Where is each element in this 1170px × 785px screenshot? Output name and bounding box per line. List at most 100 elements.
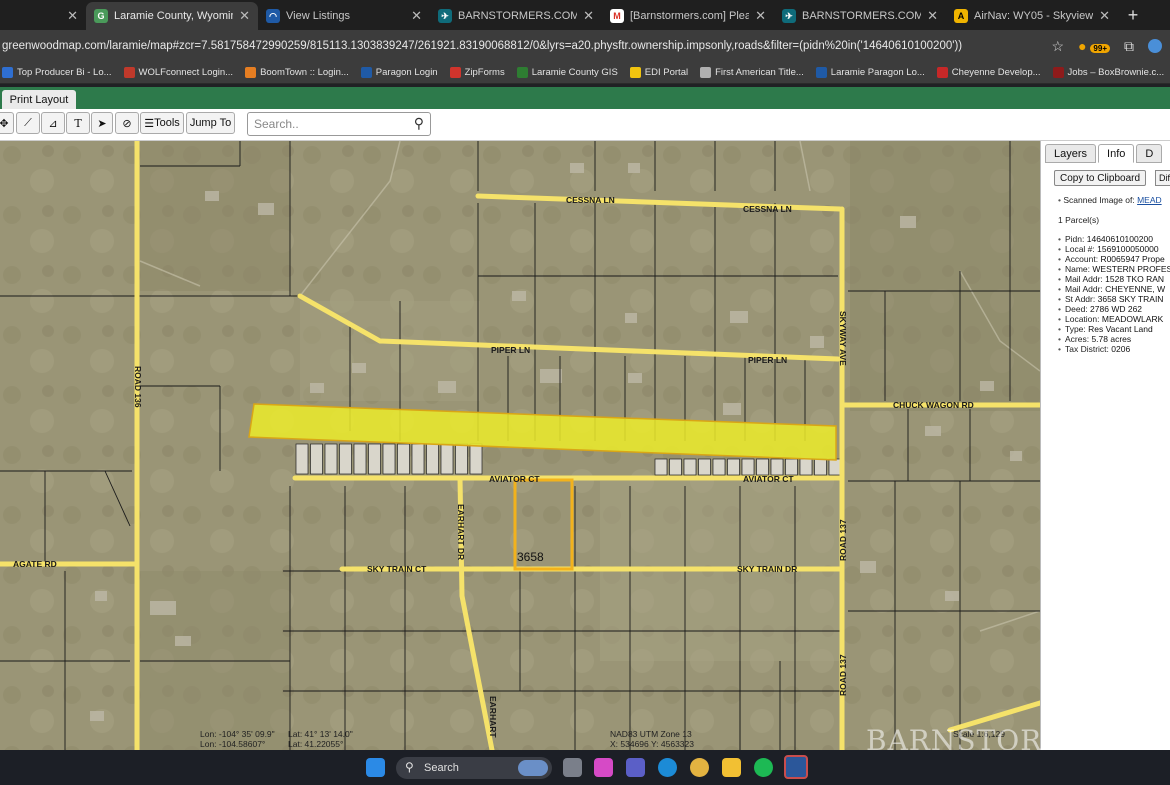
extension-badge[interactable]: ● 99+ <box>1078 38 1110 54</box>
field-value: CHEYENNE, W <box>1105 284 1166 294</box>
parcel-field-row: Account: R0065947 Prope <box>1058 254 1170 264</box>
bookmark-item[interactable]: First American Title... <box>700 67 804 78</box>
browser-tab-6[interactable]: A AirNav: WY05 - Skyview Airpark ✕ <box>946 2 1118 30</box>
print-layout-tab[interactable]: Print Layout <box>2 90 76 109</box>
field-key: St Addr: <box>1064 294 1096 304</box>
bookmark-item[interactable]: WOLFconnect Login... <box>123 67 233 78</box>
bookmark-item[interactable]: ZipForms <box>449 67 505 78</box>
pan-tool-button[interactable]: ✥ <box>0 112 14 134</box>
task-view-icon[interactable] <box>563 758 582 777</box>
search-placeholder: Search.. <box>254 117 299 131</box>
parcel-field-row: Deed: 2786 WD 262 <box>1058 304 1170 314</box>
hangar-lot <box>353 443 367 475</box>
edge-icon[interactable] <box>658 758 677 777</box>
map-canvas[interactable]: CESSNA LN CESSNA LN PIPER LN PIPER LN CH… <box>0 141 1040 750</box>
bookmark-item[interactable]: EDI Portal <box>629 67 688 78</box>
bookmark-item[interactable]: BoomTown :: Login... <box>245 67 349 78</box>
scanned-image-row: • Scanned Image of: MEAD <box>1058 195 1162 205</box>
puzzle-icon[interactable]: ⧉ <box>1124 38 1134 55</box>
bookmark-icon <box>360 67 372 78</box>
browser-tab-1[interactable]: G Laramie County, Wyoming, Map ✕ <box>86 2 258 30</box>
jump-to-button[interactable]: Jump To <box>186 112 235 134</box>
field-value: 5.78 acres <box>1091 334 1132 344</box>
prohibit-icon: ⊘ <box>122 117 132 130</box>
road-label-cessna: CESSNA LN <box>566 195 615 205</box>
clear-tool-button[interactable]: ⊘ <box>115 112 139 134</box>
lat-decimal: Lat: 41.22055° <box>288 739 344 749</box>
taskbar-search[interactable]: ⚲ Search <box>396 757 552 779</box>
parcel-field-row: Acres: 5.78 acres <box>1058 334 1170 344</box>
coord-readout-utm: NAD83 UTM Zone 13 X: 534696 Y: 4563323 <box>610 729 694 749</box>
bookmark-item[interactable]: Top Producer Bi - Lo... <box>2 67 112 78</box>
area-tool-button[interactable]: ⊿ <box>41 112 65 134</box>
bookmark-item[interactable]: Laramie County GIS <box>516 67 618 78</box>
url-field[interactable]: greenwoodmap.com/laramie/map#zcr=7.58175… <box>0 40 1052 52</box>
parcel-field-row: St Addr: 3658 SKY TRAIN <box>1058 294 1170 304</box>
gmail-favicon-icon: M <box>610 9 624 23</box>
close-tab-icon[interactable]: ✕ <box>755 8 766 24</box>
chrome-icon[interactable] <box>690 758 709 777</box>
field-key: Name: <box>1064 264 1091 274</box>
bookmark-item[interactable]: Cheyenne Develop... <box>936 67 1041 78</box>
new-tab-button[interactable]: + <box>1118 5 1148 26</box>
close-tab-icon[interactable]: ✕ <box>67 8 78 24</box>
spotify-icon[interactable] <box>754 758 773 777</box>
hangar-lot <box>426 443 439 475</box>
field-key: Local #: <box>1064 244 1095 254</box>
barnstormers-favicon-icon: ✈ <box>782 9 796 23</box>
close-tab-icon[interactable]: ✕ <box>583 8 594 24</box>
windows-start-icon[interactable] <box>366 758 385 777</box>
hangar-lot <box>455 443 468 475</box>
parcel-number-label: 3658 <box>517 550 544 564</box>
parcel-field-row: Location: MEADOWLARK <box>1058 314 1170 324</box>
browser-tab-2[interactable]: ◠ View Listings ✕ <box>258 2 430 30</box>
profile-icon[interactable] <box>1148 39 1162 53</box>
close-tab-icon[interactable]: ✕ <box>239 8 250 24</box>
map-search-input[interactable]: Search.. ⚲ <box>247 112 431 136</box>
aerial-map[interactable]: CESSNA LN CESSNA LN PIPER LN PIPER LN CH… <box>0 141 1040 750</box>
parcel-field-row: Mail Addr: CHEYENNE, W <box>1058 284 1170 294</box>
tab-d[interactable]: D <box>1136 144 1163 163</box>
text-tool-button[interactable]: T <box>66 112 90 134</box>
parcel-count: 1 Parcel(s) <box>1058 215 1100 225</box>
field-value: 14640610100200 <box>1086 234 1153 244</box>
tab-layers[interactable]: Layers <box>1045 144 1097 163</box>
file-explorer-icon[interactable] <box>722 758 741 777</box>
info-panel: Layers Info D Copy to Clipboard Dif • Sc… <box>1040 141 1170 750</box>
hangar-lot <box>785 458 798 476</box>
field-value: Res Vacant Land <box>1088 324 1153 334</box>
search-icon: ⚲ <box>405 760 414 774</box>
copilot-icon[interactable] <box>594 758 613 777</box>
scanned-image-link[interactable]: MEAD <box>1137 195 1162 205</box>
parcel-field-row: Type: Res Vacant Land <box>1058 324 1170 334</box>
close-tab-icon[interactable]: ✕ <box>1099 8 1110 24</box>
copy-to-clipboard-button[interactable]: Copy to Clipboard <box>1054 170 1147 186</box>
hangar-lot <box>683 458 697 476</box>
road-label-skyway: SKYWAY AVE <box>838 311 848 366</box>
bookmark-item[interactable]: Paragon Login <box>360 67 438 78</box>
tools-menu-button[interactable]: ☰ Tools <box>140 112 184 134</box>
bookmark-item[interactable]: Laramie Paragon Lo... <box>815 67 925 78</box>
hangar-lot <box>727 458 740 476</box>
hangar-lot <box>814 458 827 476</box>
browser-tab-0[interactable]: ✕ <box>0 2 86 30</box>
browser-tab-4[interactable]: M [Barnstormers.com] Please conf ✕ <box>602 2 774 30</box>
hangar-lot <box>698 458 711 476</box>
move-icon: ✥ <box>0 117 9 130</box>
search-icon[interactable]: ⚲ <box>414 115 424 132</box>
measure-tool-button[interactable]: ⟋ <box>16 112 40 134</box>
hangar-lot <box>756 458 769 476</box>
diff-button[interactable]: Dif <box>1155 170 1170 186</box>
tab-info[interactable]: Info <box>1098 144 1135 163</box>
browser-tab-3[interactable]: ✈ BARNSTORMERS.COM Find Air ✕ <box>430 2 602 30</box>
star-icon[interactable]: ☆ <box>1052 38 1065 55</box>
hangar-lot <box>411 443 425 475</box>
close-tab-icon[interactable]: ✕ <box>927 8 938 24</box>
select-tool-button[interactable]: ➤ <box>91 112 113 134</box>
bookmark-item[interactable]: Jobs – BoxBrownie.c... <box>1052 67 1164 78</box>
hangar-lot <box>654 458 668 476</box>
close-tab-icon[interactable]: ✕ <box>411 8 422 24</box>
teams-icon[interactable] <box>626 758 645 777</box>
word-icon[interactable] <box>784 755 808 779</box>
browser-tab-5[interactable]: ✈ BARNSTORMERS.COM Find Air ✕ <box>774 2 946 30</box>
